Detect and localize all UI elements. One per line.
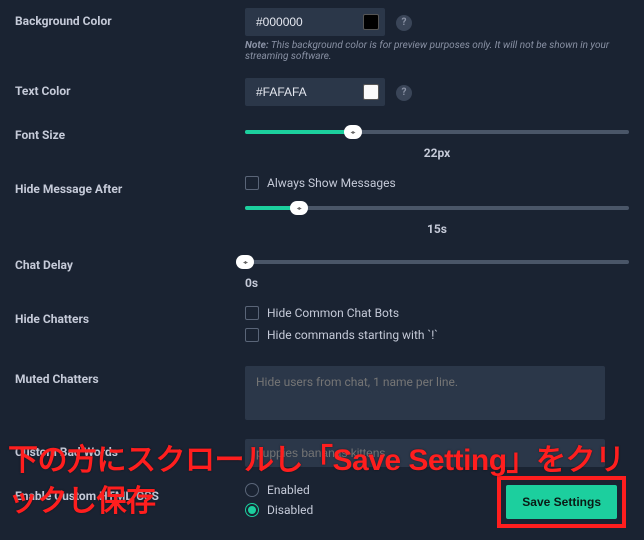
slider-thumb-icon[interactable] xyxy=(344,125,362,139)
radio-icon[interactable] xyxy=(245,483,259,497)
row-bad-words: Custom Bad Words xyxy=(0,431,644,475)
label-background-color: Background Color xyxy=(15,8,245,28)
row-hide-after: Hide Message After Always Show Messages … xyxy=(0,168,644,244)
input-bad-words[interactable] xyxy=(245,439,605,467)
note-background-color: Note: This background color is for previ… xyxy=(245,40,629,62)
save-button[interactable]: Save Settings xyxy=(506,485,617,519)
checkbox-icon[interactable] xyxy=(245,306,259,320)
slider-chat-delay[interactable] xyxy=(245,252,629,272)
swatch-text-color[interactable] xyxy=(363,84,379,100)
label-chat-delay: Chat Delay xyxy=(15,252,245,272)
label-muted-chatters: Muted Chatters xyxy=(15,366,245,386)
checkbox-hide-bots[interactable]: Hide Common Chat Bots xyxy=(245,306,629,320)
save-highlight-box: Save Settings xyxy=(497,476,626,528)
swatch-background-color[interactable] xyxy=(363,14,379,30)
label-font-size: Font Size xyxy=(15,122,245,142)
row-background-color: Background Color ? Note: This background… xyxy=(0,0,644,70)
checkbox-icon[interactable] xyxy=(245,176,259,190)
checkbox-hide-commands[interactable]: Hide commands starting with `!` xyxy=(245,328,629,342)
label-hide-chatters: Hide Chatters xyxy=(15,306,245,326)
checkbox-icon[interactable] xyxy=(245,328,259,342)
slider-font-size[interactable] xyxy=(245,122,629,142)
slider-hide-after[interactable] xyxy=(245,198,629,218)
label-hide-after: Hide Message After xyxy=(15,176,245,196)
row-text-color: Text Color ? xyxy=(0,70,644,114)
row-chat-delay: Chat Delay 0s xyxy=(0,244,644,298)
help-icon[interactable]: ? xyxy=(396,85,412,101)
label-text-color: Text Color xyxy=(15,78,245,98)
help-icon[interactable]: ? xyxy=(396,15,412,31)
slider-thumb-icon[interactable] xyxy=(290,201,308,215)
label-custom-html: Enable Custom HTML/CSS xyxy=(15,483,245,503)
row-font-size: Font Size 22px xyxy=(0,114,644,168)
row-hide-chatters: Hide Chatters Hide Common Chat Bots Hide… xyxy=(0,298,644,358)
checkbox-always-show[interactable]: Always Show Messages xyxy=(245,176,629,190)
radio-icon[interactable] xyxy=(245,503,259,517)
label-bad-words: Custom Bad Words xyxy=(15,439,245,459)
textarea-muted-chatters[interactable] xyxy=(245,366,605,420)
value-chat-delay: 0s xyxy=(245,276,629,290)
slider-thumb-icon[interactable] xyxy=(236,255,254,269)
row-muted-chatters: Muted Chatters xyxy=(0,358,644,431)
value-font-size: 22px xyxy=(245,146,629,160)
value-hide-after: 15s xyxy=(245,222,629,236)
